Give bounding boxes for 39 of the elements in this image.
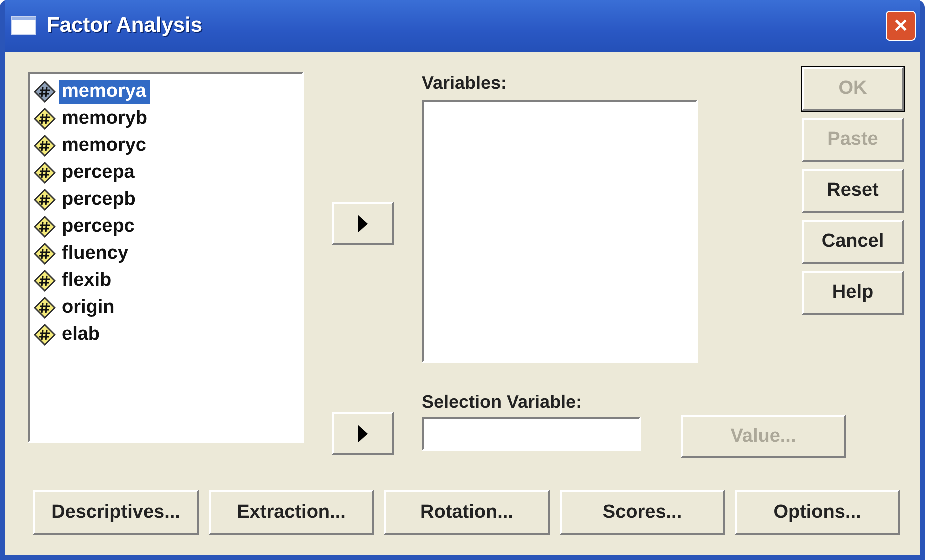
move-button[interactable] — [332, 202, 394, 245]
variable-item[interactable]: percepa — [59, 160, 138, 184]
numeric-variable-icon — [34, 108, 56, 130]
numeric-variable-icon — [34, 270, 56, 292]
variable-item[interactable]: elab — [59, 322, 104, 346]
selection-variable-field[interactable] — [422, 417, 641, 451]
move-button[interactable] — [332, 412, 394, 455]
numeric-variable-icon — [34, 296, 56, 318]
variables-label: Variables: — [422, 72, 508, 94]
dialog-button[interactable]: Reset — [802, 169, 904, 213]
variable-list[interactable]: memorya memoryb memoryc percepa percepb percepc fluency flexib origin elab — [28, 72, 304, 443]
numeric-variable-icon — [34, 242, 56, 264]
numeric-variable-icon — [34, 134, 56, 156]
dialog-button[interactable]: Extraction... — [209, 490, 374, 535]
numeric-variable-icon — [34, 216, 56, 238]
dialog-button[interactable]: Cancel — [802, 220, 904, 264]
variable-item[interactable]: percepb — [59, 188, 139, 212]
variable-item[interactable]: memoryc — [59, 134, 150, 158]
selection-variable-label: Selection Variable: — [422, 391, 584, 413]
dialog-button[interactable]: Options... — [735, 490, 900, 535]
variable-item[interactable]: origin — [59, 296, 118, 320]
window-title: Factor Analysis — [47, 14, 204, 38]
dialog-button[interactable]: Rotation... — [384, 490, 550, 535]
numeric-variable-icon — [34, 162, 56, 184]
window-icon — [11, 16, 37, 36]
close-button[interactable]: ✕ — [886, 11, 916, 41]
dialog-button[interactable]: Help — [802, 271, 904, 315]
variable-item[interactable]: fluency — [59, 242, 132, 266]
variable-item[interactable]: flexib — [59, 268, 115, 292]
right-triangle-icon — [358, 214, 368, 232]
variable-item[interactable]: percepc — [59, 214, 138, 238]
dialog-button[interactable]: Descriptives... — [33, 490, 199, 535]
right-triangle-icon — [358, 424, 368, 442]
numeric-variable-icon — [34, 324, 56, 346]
numeric-variable-icon — [34, 188, 56, 210]
variable-item[interactable]: memoryb — [59, 106, 151, 130]
numeric-variable-icon — [34, 80, 56, 102]
dialog-button[interactable]: Scores... — [560, 490, 725, 535]
variable-item[interactable]: memorya — [59, 80, 150, 104]
